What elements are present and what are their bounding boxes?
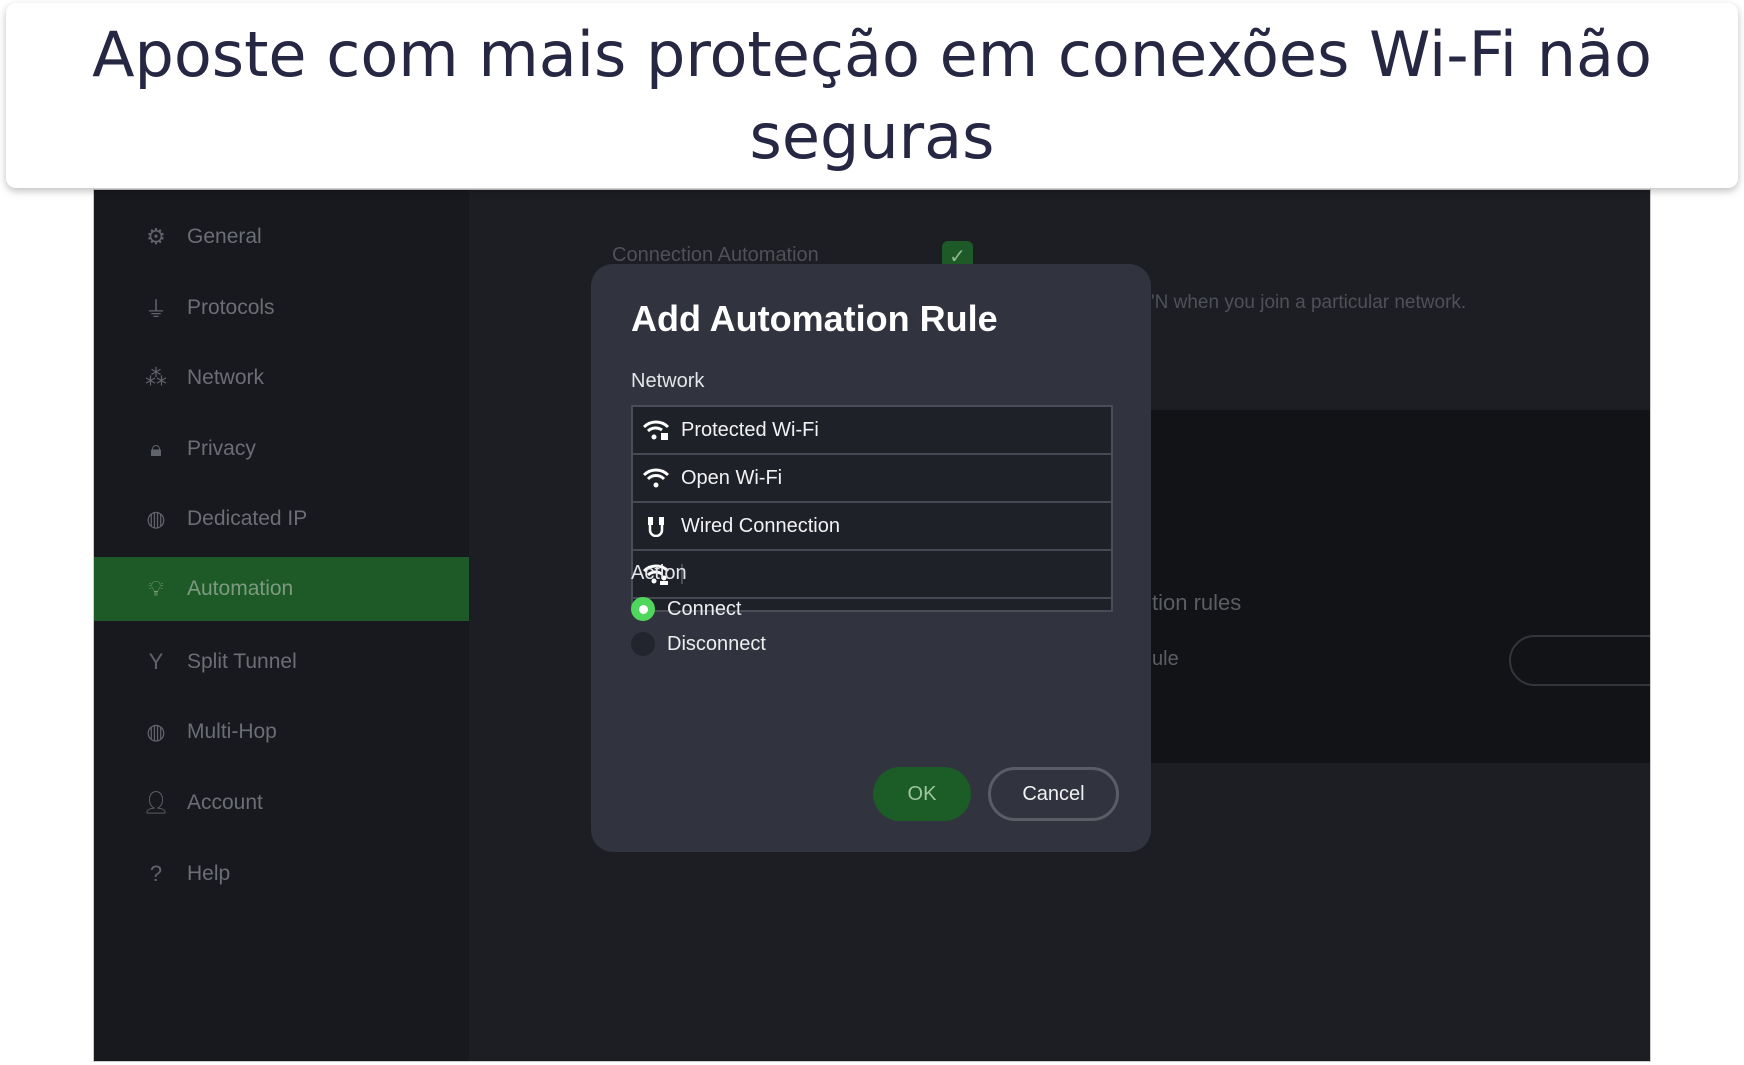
lightbulb-icon: 💡︎ xyxy=(148,576,164,601)
network-label: Network xyxy=(631,370,705,392)
sidebar-item-label: Help xyxy=(187,862,231,885)
network-option-wired[interactable]: Wired Connection xyxy=(633,503,1111,551)
split-icon: Y xyxy=(148,649,164,674)
action-connect-radio[interactable]: Connect xyxy=(631,597,742,621)
network-list[interactable]: Protected Wi-Fi Open Wi-Fi Wired Connect… xyxy=(631,405,1113,612)
sidebar-item-dedicated-ip[interactable]: ◍ Dedicated IP xyxy=(94,487,469,551)
radio-label: Connect xyxy=(667,597,742,620)
sidebar-item-privacy[interactable]: 🔒︎ Privacy xyxy=(94,417,469,481)
no-rules-text: tion rules xyxy=(1152,590,1242,615)
cancel-button[interactable]: Cancel xyxy=(988,767,1119,821)
ok-button[interactable]: OK xyxy=(873,767,971,821)
sidebar-item-automation[interactable]: 💡︎ Automation xyxy=(94,557,469,621)
ethernet-icon xyxy=(641,515,671,537)
sidebar-item-label: Privacy xyxy=(187,437,256,460)
caption-banner: Aposte com mais proteção em conexões Wi-… xyxy=(6,3,1738,188)
sidebar: ⚙ General ⏚ Protocols ⁂ Network 🔒︎ Privacy ◍… xyxy=(94,190,469,1061)
globe-icon: ◍ xyxy=(146,506,166,531)
add-rule-button[interactable] xyxy=(1509,635,1650,686)
sidebar-item-label: Protocols xyxy=(187,296,275,319)
sidebar-item-label: Automation xyxy=(187,577,294,600)
sidebar-item-label: General xyxy=(187,225,262,248)
sidebar-item-multi-hop[interactable]: ◍ Multi-Hop xyxy=(94,700,469,764)
caption-title: Aposte com mais proteção em conexões Wi-… xyxy=(92,17,1652,173)
sidebar-item-label: Network xyxy=(187,366,265,389)
add-rule-label: ule xyxy=(1152,648,1179,670)
network-icon: ⁂ xyxy=(145,365,167,390)
sidebar-item-split-tunnel[interactable]: Y Split Tunnel xyxy=(94,630,469,694)
dialog-title: Add Automation Rule xyxy=(631,298,998,339)
plug-icon: ⏚ xyxy=(144,297,167,322)
add-automation-rule-dialog: Add Automation Rule Network Protected Wi… xyxy=(591,264,1151,852)
automation-description: 'N when you join a particular network. xyxy=(1151,292,1467,313)
sidebar-item-account[interactable]: 👤︎ Account xyxy=(94,771,469,835)
network-option-label: Wired Connection xyxy=(681,514,840,537)
network-option-custom[interactable] xyxy=(633,551,1111,599)
sidebar-item-label: Dedicated IP xyxy=(187,507,308,530)
network-option-label: Open Wi-Fi xyxy=(681,466,783,489)
gear-icon: ⚙ xyxy=(146,224,166,249)
action-label: Action xyxy=(631,562,687,584)
network-option-open-wifi[interactable]: Open Wi-Fi xyxy=(633,455,1111,503)
sidebar-item-help[interactable]: ? Help xyxy=(94,842,469,906)
wifi-lock-icon xyxy=(641,419,671,441)
sidebar-item-protocols[interactable]: ⏚ Protocols xyxy=(94,276,469,340)
sidebar-item-network[interactable]: ⁂ Network xyxy=(94,346,469,410)
network-option-label: Protected Wi-Fi xyxy=(681,418,819,441)
question-icon: ? xyxy=(149,861,163,886)
action-disconnect-radio[interactable]: Disconnect xyxy=(631,632,766,656)
sidebar-item-general[interactable]: ⚙ General xyxy=(94,205,469,269)
lock-icon: 🔒︎ xyxy=(150,436,162,461)
radio-selected-icon xyxy=(631,597,655,621)
radio-label: Disconnect xyxy=(667,632,766,655)
network-option-protected-wifi[interactable]: Protected Wi-Fi xyxy=(633,407,1111,455)
radio-unselected-icon xyxy=(631,632,655,656)
sidebar-item-label: Split Tunnel xyxy=(187,650,297,673)
sidebar-item-label: Multi-Hop xyxy=(187,720,277,743)
globe-icon: ◍ xyxy=(146,719,166,744)
sidebar-item-label: Account xyxy=(187,791,263,814)
wifi-icon xyxy=(641,467,671,489)
user-icon: 👤︎ xyxy=(142,790,170,815)
